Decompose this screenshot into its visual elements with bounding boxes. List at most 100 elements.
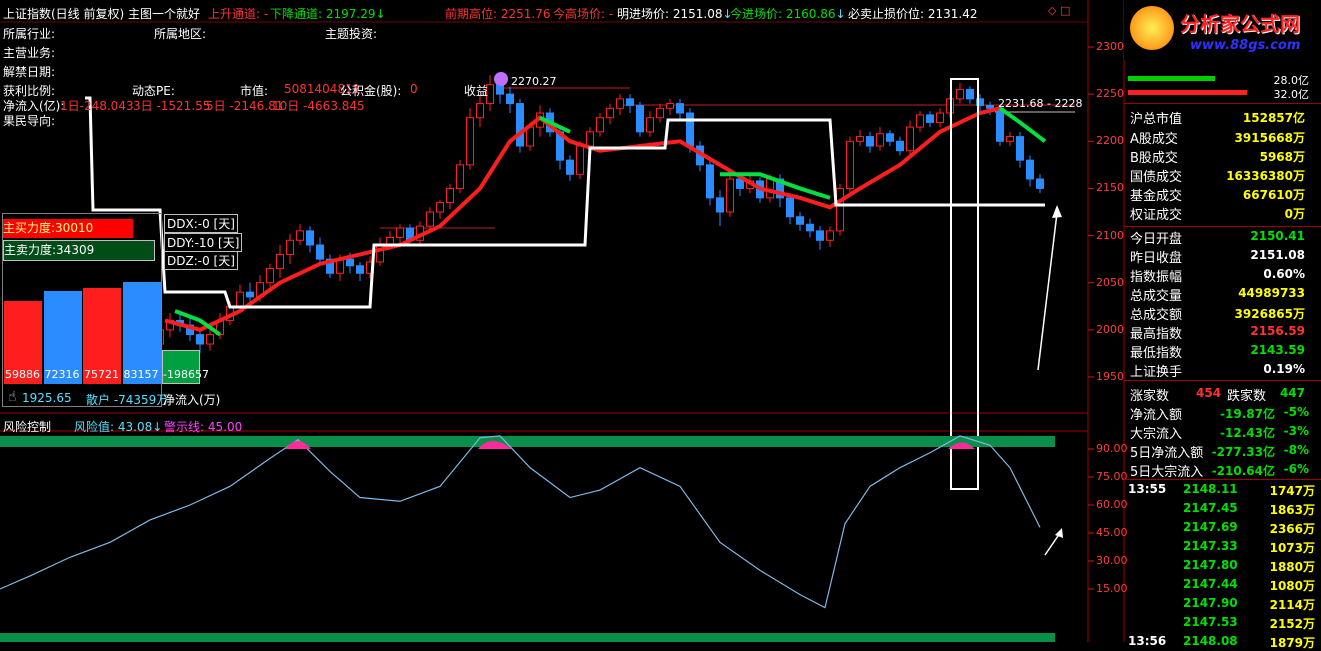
net-inflow-10d: 10日 -4663.845 [272, 99, 365, 113]
main-chart-label: 主图一个就好 [128, 7, 201, 21]
tick-price: 2147.45 [1183, 501, 1238, 515]
candle-body [986, 104, 994, 109]
advancers-value: 454 [1196, 386, 1222, 400]
tick-volume: 1863万 [1269, 503, 1315, 517]
market-value: 152857亿 [1242, 111, 1305, 125]
risk-value-line [0, 435, 1041, 609]
stat-label: 今日开盘 [1130, 232, 1183, 247]
candle-body [916, 114, 924, 128]
flow-label: 大宗流入 [1130, 427, 1183, 442]
down-channel: 下降通道: 2197.29↓ [270, 7, 386, 21]
flow-label: 净流入额 [1130, 408, 1183, 423]
advancers-label: 涨家数 [1130, 389, 1170, 404]
warn-line: 警示线: 45.00 [164, 420, 243, 434]
today-high: 今高场价: - [553, 7, 614, 21]
tick-price: 2148.08 [1183, 634, 1238, 648]
candle-body [1006, 136, 1014, 142]
tick-volume: 1080万 [1269, 579, 1315, 593]
candle-body [316, 244, 324, 260]
tick-volume: 2114万 [1269, 598, 1315, 612]
candle-body [966, 88, 974, 100]
tick-price: 2147.90 [1183, 596, 1238, 610]
volume-bar [1128, 76, 1215, 81]
candle-body [786, 197, 794, 218]
power-bar-label: 75721 [84, 368, 119, 381]
tick-time: 13:55 [1128, 482, 1167, 496]
candle-body [836, 187, 844, 232]
candle-body [296, 230, 304, 241]
decliners-value: 447 [1279, 386, 1305, 400]
moving-average-red [164, 106, 1001, 332]
candle-body [866, 136, 874, 147]
flow-value: -277.33亿 [1211, 445, 1275, 459]
stat-value: 0.19% [1263, 362, 1305, 376]
candle-body [666, 103, 674, 109]
candle-body [496, 84, 504, 95]
flow-pct: -3% [1283, 424, 1309, 438]
tick-volume: 2152万 [1269, 617, 1315, 631]
candle-body [926, 114, 934, 123]
fund-value: 0 [410, 82, 418, 96]
candle-body [426, 211, 434, 227]
turnover-label: 国债成交 [1130, 170, 1183, 185]
candle-body [676, 103, 684, 114]
candle-body [246, 291, 254, 298]
window-control-icons[interactable]: ◇ □ [1048, 4, 1070, 17]
candle-body [816, 230, 824, 241]
risk-panel-name: 风险控制 [3, 420, 52, 434]
price-axis-tick: 2050 [1096, 275, 1124, 289]
risk-axis-tick: 60.00 [1096, 498, 1128, 511]
candle-body [826, 230, 834, 241]
turnover-label: 基金成交 [1130, 189, 1183, 204]
candle-body [736, 178, 744, 189]
tick-time: 13:56 [1128, 634, 1167, 648]
risk-upper-band [0, 436, 1055, 447]
ddy-box: DDY:-10 [天] [164, 233, 243, 252]
net-inflow-1d: 1日-248.043 [60, 99, 134, 113]
stat-value: 2156.59 [1250, 324, 1305, 338]
turnover-label: 权证成交 [1130, 208, 1183, 223]
stat-value: 44989733 [1238, 286, 1305, 300]
ddx-box: DDX:-0 [天] [164, 214, 238, 233]
ddz-box: DDZ:-0 [天] [164, 251, 238, 270]
turnover-label: A股成交 [1130, 132, 1178, 147]
candle-body [356, 265, 364, 274]
stat-label: 总成交量 [1130, 289, 1183, 304]
flow-pct: -6% [1283, 462, 1309, 476]
power-bar-label: 59886 [5, 368, 40, 381]
flow-label: 5日净流入额 [1130, 446, 1204, 461]
candle-body [456, 164, 464, 189]
tick-volume: 1747万 [1269, 484, 1315, 498]
candle-body [606, 107, 614, 119]
price-axis-tick: 2000 [1096, 322, 1124, 336]
candle-body [596, 117, 604, 133]
tick-price: 2147.53 [1183, 615, 1238, 629]
industry-label: 所属行业: [3, 27, 56, 41]
tick-volume: 1073万 [1269, 541, 1315, 555]
candle-body [586, 131, 594, 147]
prev-high: 前期高位: 2251.76 [445, 7, 551, 21]
turnover-value: 5968万 [1259, 150, 1305, 164]
candle-body [506, 93, 514, 105]
risk-axis-tick: 45.00 [1096, 526, 1128, 539]
market-value-label: 沪总市值 [1130, 112, 1183, 127]
candlesticks [156, 75, 1044, 354]
price-axis-tick: 2250 [1096, 87, 1124, 101]
stat-label: 最高指数 [1130, 327, 1183, 342]
candle-body [396, 227, 404, 238]
stat-value: 2151.08 [1250, 248, 1305, 262]
candle-body [576, 145, 584, 175]
turnover-label: B股成交 [1130, 151, 1178, 166]
stat-label: 总成交额 [1130, 308, 1183, 323]
candle-body [656, 107, 664, 119]
flow-value: -210.64亿 [1211, 464, 1275, 478]
power-bar-label: -198657 [163, 368, 209, 381]
candle-body [716, 197, 724, 213]
candle-body [1036, 178, 1044, 189]
right-price-label: 2231.68 - 2228 [998, 97, 1083, 110]
candle-body [286, 239, 294, 255]
turnover-value: 3915668万 [1234, 131, 1305, 145]
candle-body [906, 126, 914, 152]
net-in-label: 净流入(万) [163, 393, 221, 407]
tick-price: 2147.69 [1183, 520, 1238, 534]
